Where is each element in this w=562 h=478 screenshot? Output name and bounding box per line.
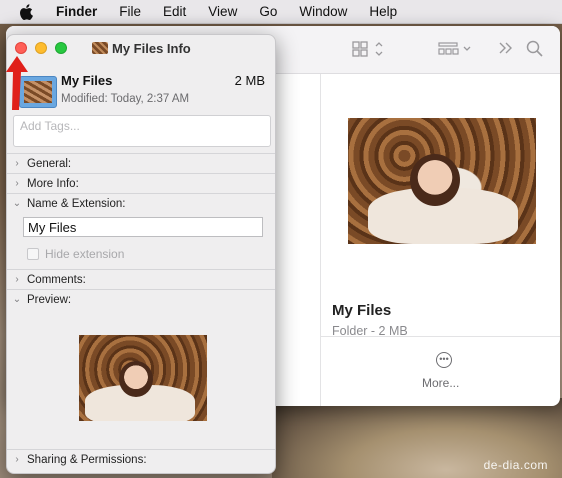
section-sharing-permissions[interactable]: › Sharing & Permissions: [7, 449, 275, 469]
info-window: My Files Info My Files 2 MB Modified: To… [6, 34, 276, 474]
section-more-info[interactable]: › More Info: [7, 173, 275, 193]
file-size: 2 MB [234, 73, 265, 88]
ellipsis-icon: ••• [436, 352, 452, 368]
folder-thumbnail-icon [92, 42, 108, 54]
section-comments-label: Comments: [27, 273, 86, 286]
section-name-extension-label: Name & Extension: [27, 197, 126, 210]
group-by-icon[interactable] [438, 40, 474, 61]
name-field[interactable]: My Files [23, 217, 263, 237]
section-comments[interactable]: › Comments: [7, 269, 275, 289]
pane-divider [320, 74, 321, 406]
view-grid-icon[interactable] [352, 40, 386, 61]
more-button[interactable]: ••• [424, 352, 464, 368]
menu-bar: Finder File Edit View Go Window Help [0, 0, 562, 24]
section-name-extension[interactable]: ⌄ Name & Extension: [7, 193, 275, 213]
annotation-arrow-icon [6, 56, 28, 110]
file-name: My Files [61, 73, 113, 88]
info-titlebar: My Files Info [7, 35, 275, 61]
chevron-right-icon: › [15, 454, 19, 465]
section-general-label: General: [27, 157, 72, 170]
preview-thumbnail [79, 335, 207, 421]
chevron-right-icon: › [15, 178, 19, 189]
watermark: de-dia.com [483, 458, 548, 472]
preview-title: My Files [332, 302, 392, 319]
menu-edit[interactable]: Edit [152, 4, 197, 19]
menu-file[interactable]: File [108, 4, 152, 19]
section-sharing-label: Sharing & Permissions: [27, 453, 147, 466]
section-preview-label: Preview: [27, 293, 72, 306]
menu-finder[interactable]: Finder [52, 4, 108, 19]
tags-field[interactable]: Add Tags... [13, 115, 271, 147]
section-general[interactable]: › General: [7, 153, 275, 173]
preview-image [348, 118, 536, 244]
menu-window[interactable]: Window [288, 4, 358, 19]
checkbox-box[interactable] [27, 248, 39, 260]
modified-date: Modified: Today, 2:37 AM [61, 93, 190, 105]
chevron-down-icon: ⌄ [12, 294, 22, 305]
hide-extension-checkbox[interactable]: Hide extension [27, 247, 124, 261]
menu-view[interactable]: View [197, 4, 248, 19]
preview-separator [321, 336, 560, 337]
section-preview[interactable]: ⌄ Preview: [7, 289, 275, 309]
menu-help[interactable]: Help [358, 4, 408, 19]
menu-go[interactable]: Go [248, 4, 288, 19]
zoom-button[interactable] [55, 42, 67, 54]
section-more-info-label: More Info: [27, 177, 79, 190]
apple-menu-icon[interactable] [0, 3, 52, 20]
more-toolbar-icon[interactable] [498, 40, 514, 59]
chevron-right-icon: › [15, 274, 19, 285]
chevron-down-icon: ⌄ [12, 198, 22, 209]
search-icon[interactable] [526, 40, 544, 61]
close-button[interactable] [15, 42, 27, 54]
info-window-title: My Files Info [112, 41, 191, 56]
hide-extension-label: Hide extension [45, 247, 125, 261]
chevron-right-icon: › [15, 158, 19, 169]
minimize-button[interactable] [35, 42, 47, 54]
more-label[interactable]: More... [422, 376, 459, 390]
